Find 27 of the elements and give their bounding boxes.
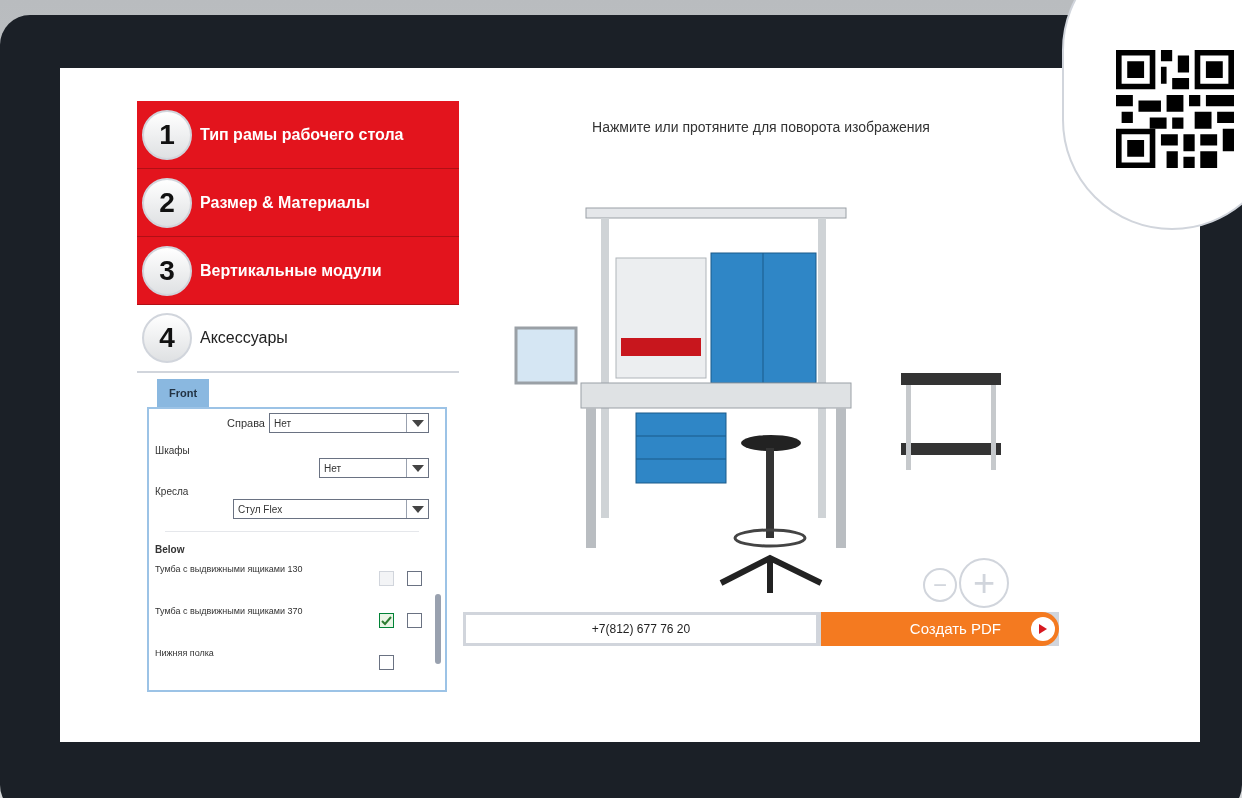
- dropdown[interactable]: Нет: [269, 413, 429, 433]
- step-number: 1: [142, 109, 192, 160]
- rotate-hint: Нажмите или протяните для поворота изображения: [592, 118, 930, 137]
- step-item[interactable]: 1 Тип рамы рабочего стола: [137, 101, 459, 169]
- step-item[interactable]: 2 Размер & Материалы: [137, 169, 459, 237]
- field-label: Кресла: [155, 485, 190, 499]
- field-label: Справа: [227, 415, 265, 431]
- checkbox[interactable]: [379, 655, 394, 670]
- qr-code-icon: [1116, 50, 1234, 168]
- checkbox[interactable]: [407, 571, 422, 586]
- option-label: Нижняя полка: [155, 647, 214, 660]
- dropdown[interactable]: Нет: [319, 458, 429, 478]
- step-number: 3: [142, 245, 192, 296]
- checkbox[interactable]: [407, 613, 422, 628]
- option-label: Тумба с выдвижными ящиками 370: [155, 605, 303, 618]
- checkbox[interactable]: [379, 613, 394, 628]
- play-icon: [1031, 617, 1055, 641]
- tab[interactable]: Front: [157, 379, 210, 407]
- option-label: Тумба с выдвижными ящиками 130: [155, 563, 303, 576]
- field-label: Шкафы: [155, 444, 191, 458]
- section-heading: Below: [155, 543, 186, 557]
- dropdown[interactable]: Стул Flex: [233, 499, 429, 519]
- scrollbar: [435, 594, 441, 664]
- step-number: 2: [142, 177, 192, 228]
- phone-number: +7(812) 677 76 20: [466, 615, 816, 643]
- step-number: 4: [142, 313, 192, 363]
- step-item[interactable]: 3 Вертикальные модули: [137, 237, 459, 305]
